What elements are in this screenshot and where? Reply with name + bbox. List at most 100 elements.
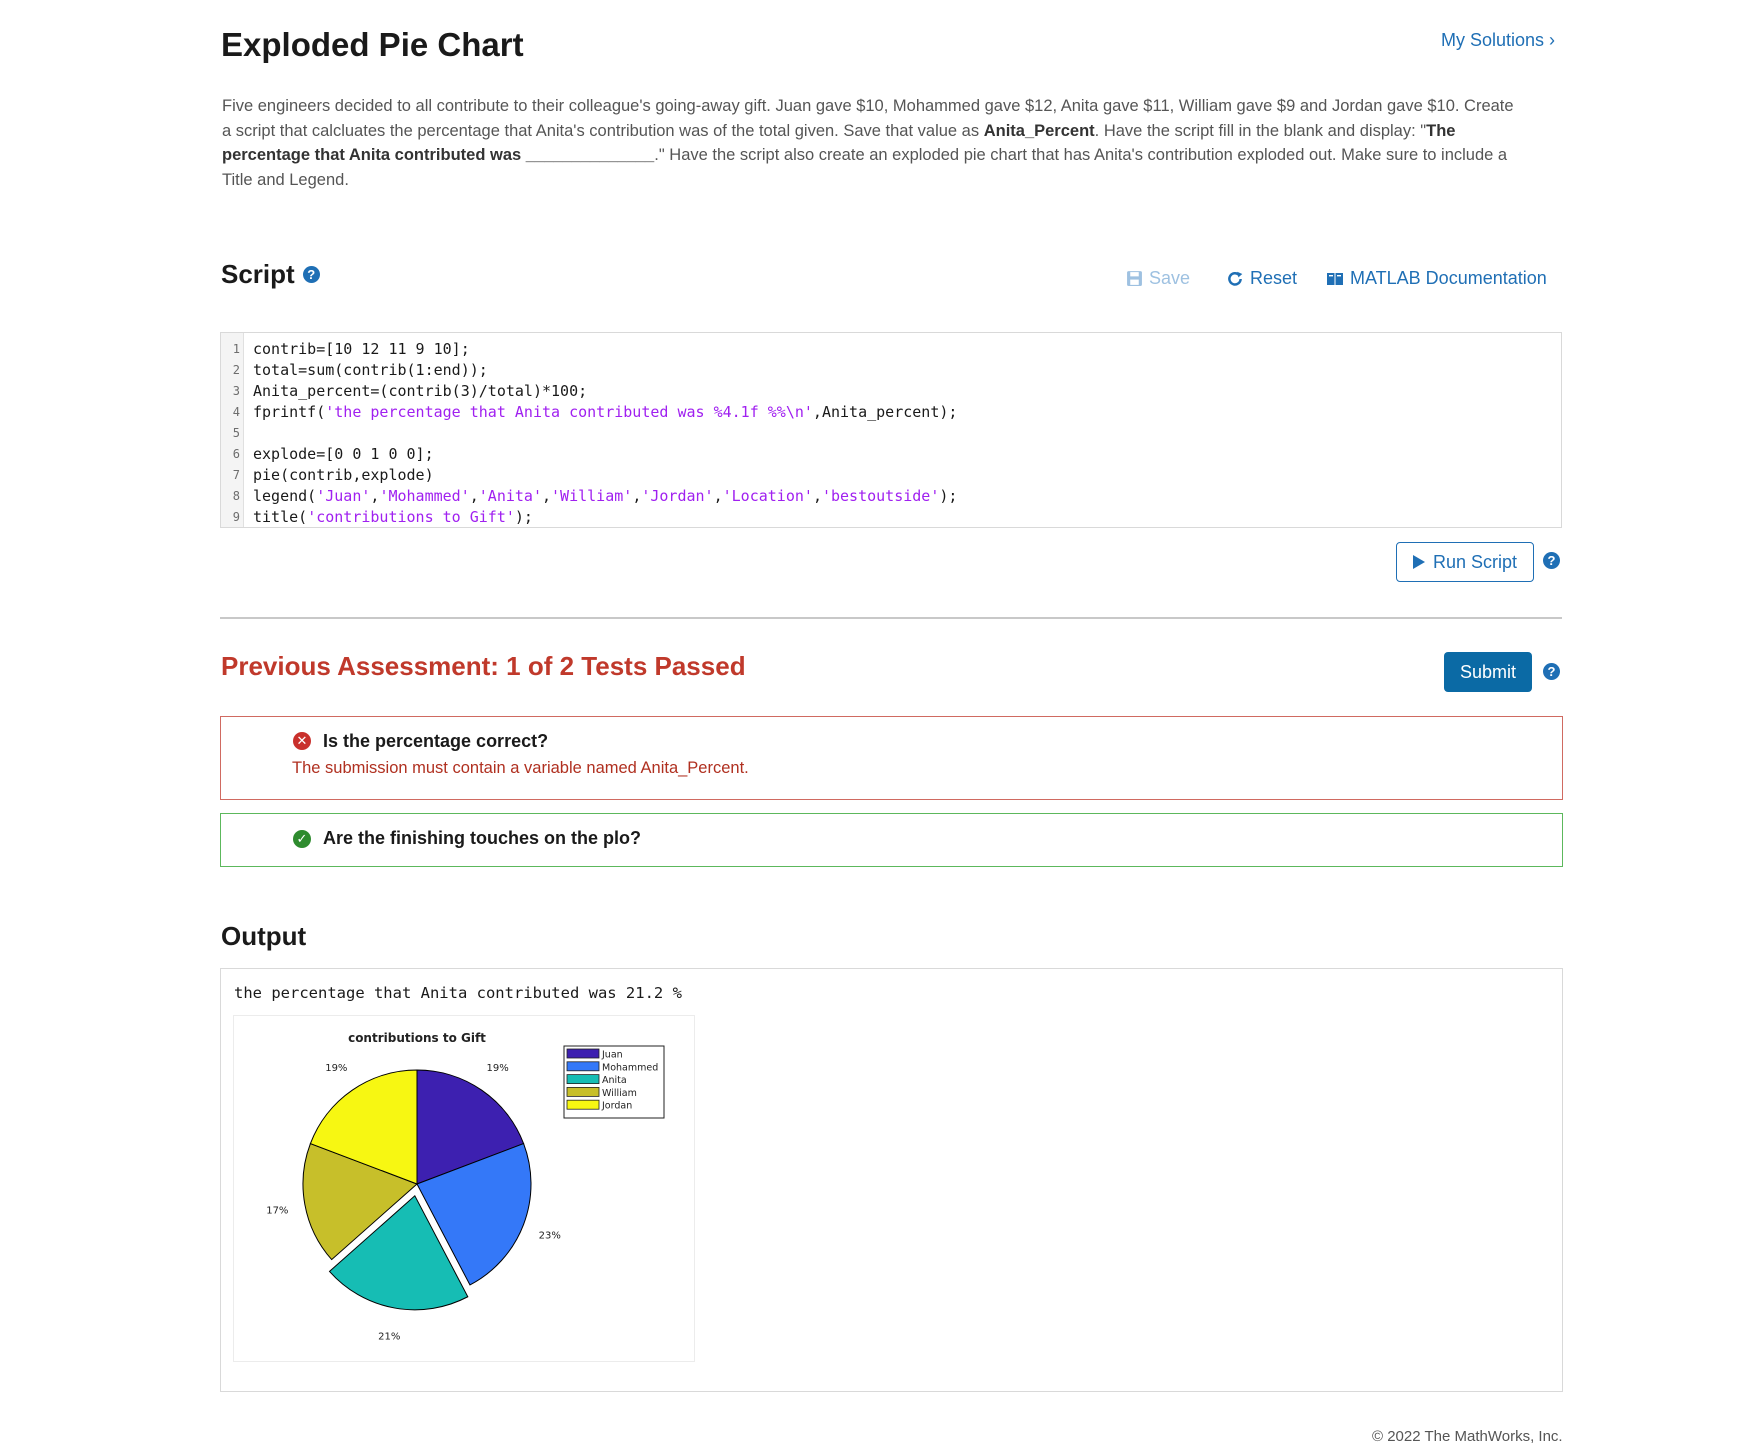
code-text: total=sum(contrib(1:end)); bbox=[253, 360, 488, 381]
code-string: 'Mohammed' bbox=[379, 487, 470, 505]
run-script-label: Run Script bbox=[1432, 551, 1518, 572]
code-line[interactable]: 6 explode=[0 0 1 0 0]; bbox=[221, 444, 1561, 465]
code-token: , bbox=[542, 487, 552, 505]
problem-var-name: Anita_Percent bbox=[983, 121, 1095, 140]
problem-text-2: . Have the script fill in the blank and … bbox=[1094, 121, 1427, 140]
script-title: Script bbox=[221, 259, 295, 289]
pie-slice-label: 17% bbox=[266, 1206, 288, 1217]
line-number: 7 bbox=[232, 468, 240, 482]
code-string: 'contributions to Gift' bbox=[307, 508, 515, 526]
code-token: Anita_percent=(contrib(3)/total)*100; bbox=[253, 382, 588, 400]
copyright: © 2022 The MathWorks, Inc. bbox=[1372, 1428, 1563, 1445]
legend-swatch bbox=[566, 1074, 600, 1084]
test-message: The submission must contain a variable n… bbox=[292, 759, 749, 777]
code-text: pie(contrib,explode) bbox=[253, 465, 434, 486]
line-number: 9 bbox=[232, 510, 240, 524]
code-token: title( bbox=[253, 508, 308, 526]
code-token: ); bbox=[939, 487, 958, 505]
legend-label: Juan bbox=[601, 1050, 623, 1061]
pie-slice-label: 21% bbox=[378, 1331, 400, 1342]
run-script-help-icon[interactable]: ? bbox=[1543, 552, 1560, 569]
code-token: pie(contrib,explode) bbox=[253, 466, 434, 484]
code-text: title('contributions to Gift'); bbox=[253, 507, 533, 527]
line-number: 6 bbox=[232, 447, 240, 461]
code-string: 'Anita' bbox=[478, 487, 542, 505]
legend-swatch bbox=[566, 1048, 600, 1059]
code-line[interactable]: 9 title('contributions to Gift'); bbox=[221, 507, 1561, 527]
save-button[interactable]: Save bbox=[1126, 268, 1190, 289]
code-token: , bbox=[812, 487, 822, 505]
code-line[interactable]: 3 Anita_percent=(contrib(3)/total)*100; bbox=[221, 381, 1561, 402]
legend-label: Mohammed bbox=[602, 1062, 658, 1073]
save-icon bbox=[1127, 271, 1142, 286]
docs-label: MATLAB Documentation bbox=[1350, 268, 1547, 288]
code-token: , bbox=[632, 487, 642, 505]
test-result-fail: ✕ Is the percentage correct? The submiss… bbox=[220, 716, 1563, 800]
pie-slice-label: 19% bbox=[325, 1063, 347, 1074]
legend-swatch bbox=[566, 1099, 600, 1110]
legend-label: William bbox=[602, 1088, 637, 1099]
code-text: legend('Juan','Mohammed','Anita','Willia… bbox=[253, 486, 957, 507]
legend-swatch bbox=[566, 1087, 600, 1097]
test-result-pass: ✓ Are the finishing touches on the plo? bbox=[220, 813, 1563, 867]
check-icon: ✓ bbox=[293, 830, 311, 848]
output-text: the percentage that Anita contributed wa… bbox=[234, 984, 682, 1002]
code-string: 'William' bbox=[551, 487, 633, 505]
chart-title: contributions to Gift bbox=[348, 1031, 486, 1045]
assessment-title: Previous Assessment: 1 of 2 Tests Passed bbox=[221, 651, 746, 681]
code-string: 'Juan' bbox=[316, 487, 371, 505]
code-token: total=sum(contrib(1:end)); bbox=[253, 361, 488, 379]
code-line[interactable]: 7 pie(contrib,explode) bbox=[221, 465, 1561, 486]
code-editor[interactable]: 1 contrib=[10 12 11 9 10]; 2 total=sum(cont… bbox=[220, 332, 1562, 528]
play-icon bbox=[1412, 555, 1425, 569]
submit-help-icon[interactable]: ? bbox=[1543, 663, 1560, 680]
code-token: explode=[0 0 1 0 0]; bbox=[253, 445, 434, 463]
code-line[interactable]: 1 contrib=[10 12 11 9 10]; bbox=[221, 339, 1561, 360]
test-name: Is the percentage correct? bbox=[323, 731, 549, 751]
matlab-documentation-link[interactable]: MATLAB Documentation bbox=[1326, 268, 1547, 289]
legend-swatch bbox=[566, 1061, 600, 1072]
code-text: Anita_percent=(contrib(3)/total)*100; bbox=[253, 381, 587, 402]
code-string: 'the percentage that Anita contributed w… bbox=[325, 403, 813, 421]
line-number: 1 bbox=[232, 342, 240, 356]
code-token: ); bbox=[514, 508, 533, 526]
save-label: Save bbox=[1149, 268, 1191, 288]
code-token: fprintf( bbox=[253, 403, 326, 421]
pie-slice-label: 19% bbox=[487, 1063, 509, 1074]
my-solutions-link[interactable]: My Solutions › bbox=[1441, 30, 1555, 51]
test-name: Are the finishing touches on the plo? bbox=[323, 828, 641, 848]
code-text: contrib=[10 12 11 9 10]; bbox=[253, 339, 470, 360]
page-title: Exploded Pie Chart bbox=[221, 26, 524, 63]
line-number: 2 bbox=[232, 363, 240, 377]
book-icon bbox=[1327, 272, 1343, 285]
code-token: , bbox=[713, 487, 723, 505]
script-header: Script ? bbox=[221, 259, 320, 290]
code-token: legend( bbox=[253, 487, 317, 505]
legend-label: Anita bbox=[602, 1075, 627, 1086]
pie-chart-figure: contributions to Gift 19% 23% 21% 17% 19% Juan… bbox=[233, 1015, 695, 1362]
code-text: explode=[0 0 1 0 0]; bbox=[253, 444, 434, 465]
line-number: 8 bbox=[232, 489, 240, 503]
code-line[interactable]: 8 legend('Juan','Mohammed','Anita','Willi… bbox=[221, 486, 1561, 507]
code-string: 'Jordan' bbox=[641, 487, 714, 505]
section-divider bbox=[220, 617, 1562, 619]
run-script-button[interactable]: Run Script bbox=[1396, 542, 1534, 582]
problem-description: Five engineers decided to all contribute… bbox=[222, 94, 1522, 193]
code-text: fprintf('the percentage that Anita contr… bbox=[253, 402, 957, 423]
code-line[interactable]: 2 total=sum(contrib(1:end)); bbox=[221, 360, 1561, 381]
code-token: contrib=[10 12 11 9 10]; bbox=[253, 340, 470, 358]
code-line[interactable]: 4 fprintf('the percentage that Anita cont… bbox=[221, 402, 1561, 423]
pie-slice-label: 23% bbox=[539, 1230, 561, 1241]
code-string: 'Location' bbox=[722, 487, 813, 505]
code-line[interactable]: 5 bbox=[221, 423, 1561, 444]
script-help-icon[interactable]: ? bbox=[302, 266, 320, 283]
error-x-icon: ✕ bbox=[293, 732, 311, 750]
reset-button[interactable]: Reset bbox=[1226, 268, 1297, 289]
code-token: ,Anita_percent); bbox=[812, 403, 958, 421]
code-token: , bbox=[469, 487, 479, 505]
reset-icon bbox=[1228, 271, 1243, 286]
line-number: 4 bbox=[232, 405, 240, 419]
submit-button[interactable]: Submit bbox=[1444, 652, 1532, 692]
pie-chart: contributions to Gift 19% 23% 21% 17% 19% Juan… bbox=[266, 1031, 665, 1342]
output-title: Output bbox=[221, 921, 307, 951]
